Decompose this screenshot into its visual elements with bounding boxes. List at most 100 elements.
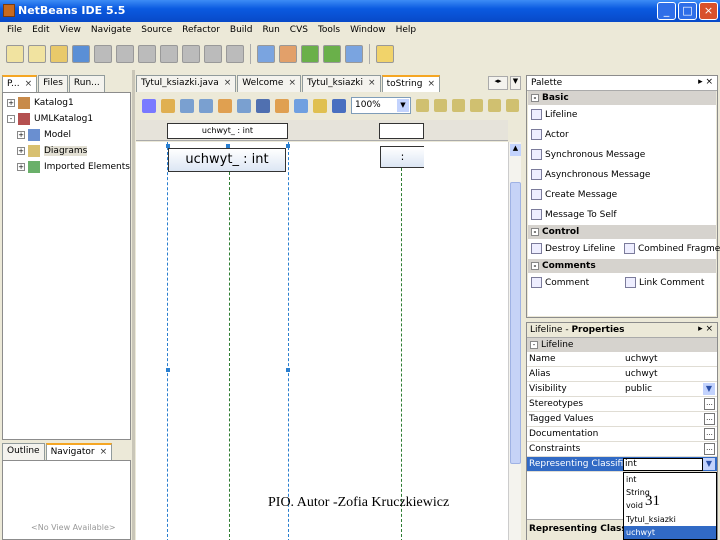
tab-outline[interactable]: Outline xyxy=(2,443,45,460)
tab-files[interactable]: Files xyxy=(38,75,68,92)
close-button[interactable]: × xyxy=(699,2,718,20)
expand-icon[interactable]: + xyxy=(17,130,25,139)
layout-icon[interactable] xyxy=(294,98,308,113)
resize-handle[interactable] xyxy=(166,368,170,372)
debug-icon[interactable] xyxy=(323,45,341,63)
tree-node-diagrams[interactable]: + Diagrams xyxy=(7,143,126,159)
clean-build-icon[interactable] xyxy=(279,45,297,63)
menu-run[interactable]: Run xyxy=(258,25,285,36)
palette-section-control[interactable]: - Control xyxy=(528,225,716,239)
tree-node-umlkatalog1[interactable]: - UMLKatalog1 xyxy=(7,111,126,127)
copy-icon[interactable] xyxy=(138,45,156,63)
tree-node-katalog1[interactable]: + Katalog1 xyxy=(7,95,126,111)
property-group-lifeline[interactable]: - Lifeline xyxy=(527,338,717,352)
align-right-icon[interactable] xyxy=(488,99,501,112)
lifeline-uchwyt[interactable]: uchwyt_ : int xyxy=(168,148,286,172)
zoom-icon[interactable] xyxy=(180,98,194,113)
dropdown-option[interactable]: Tytul_ksiazki xyxy=(624,513,716,526)
collapse-icon[interactable]: - xyxy=(531,227,539,236)
menu-build[interactable]: Build xyxy=(225,25,258,36)
menu-help[interactable]: Help xyxy=(391,25,422,36)
expand-icon[interactable]: + xyxy=(17,162,25,171)
palette-item-synchronous-message[interactable]: Synchronous Message xyxy=(528,145,716,165)
dropdown-option[interactable]: String xyxy=(624,486,716,499)
build-icon[interactable] xyxy=(257,45,275,63)
collapse-icon[interactable]: - xyxy=(531,261,539,270)
zoom-fit-icon[interactable] xyxy=(332,98,346,113)
overview-icon[interactable] xyxy=(237,98,251,113)
zoom-select[interactable]: 100% ▼ xyxy=(351,97,411,114)
menu-source[interactable]: Source xyxy=(136,25,177,36)
tab-close-icon[interactable]: × xyxy=(224,78,232,88)
fit-icon[interactable] xyxy=(256,98,270,113)
ellipsis-button[interactable]: ... xyxy=(704,398,715,410)
new-file-icon[interactable] xyxy=(6,45,24,63)
expand-icon[interactable]: - xyxy=(7,114,15,123)
dropdown-option[interactable]: int xyxy=(624,473,716,486)
properties-close-icon[interactable]: ▸ × xyxy=(698,324,713,334)
select-icon[interactable] xyxy=(142,98,156,113)
diagram-canvas[interactable]: uchwyt_ : int : xyxy=(136,142,508,540)
tab-close-icon[interactable]: × xyxy=(25,79,33,89)
dropdown-option[interactable]: void xyxy=(624,499,716,512)
zoom-interactive-icon[interactable] xyxy=(199,98,213,113)
run-icon[interactable] xyxy=(301,45,319,63)
ellipsis-button[interactable]: ... xyxy=(704,413,715,425)
tab-close-icon[interactable]: × xyxy=(427,79,435,89)
zoom-in-icon[interactable] xyxy=(416,99,429,112)
palette-item-comment[interactable]: Comment xyxy=(528,273,622,293)
resize-handle[interactable] xyxy=(286,144,290,148)
paste-icon[interactable] xyxy=(160,45,178,63)
expand-icon[interactable]: + xyxy=(7,98,15,107)
scrollbar-thumb[interactable] xyxy=(510,182,521,464)
move-icon[interactable] xyxy=(218,98,232,113)
property-alias[interactable]: Alias uchwyt xyxy=(527,367,717,382)
splitter[interactable] xyxy=(132,70,135,540)
chevron-down-icon[interactable]: ▼ xyxy=(703,458,715,470)
redo-icon[interactable] xyxy=(204,45,222,63)
menu-window[interactable]: Window xyxy=(345,25,391,36)
property-value[interactable]: uchwyt xyxy=(625,352,658,367)
ellipsis-button[interactable]: ... xyxy=(704,443,715,455)
chevron-down-icon[interactable]: ▼ xyxy=(397,99,409,112)
resize-handle[interactable] xyxy=(286,368,290,372)
tree-node-model[interactable]: + Model xyxy=(7,127,126,143)
menu-cvs[interactable]: CVS xyxy=(285,25,313,36)
tree-node-imported-elements[interactable]: + Imported Elements xyxy=(7,159,130,175)
property-visibility[interactable]: Visibility public ▼ xyxy=(527,382,717,397)
chevron-down-icon[interactable]: ▼ xyxy=(703,383,715,395)
palette-section-basic[interactable]: - Basic xyxy=(528,91,716,105)
tab-tostring[interactable]: toString × xyxy=(381,75,441,92)
menu-navigate[interactable]: Navigate xyxy=(86,25,136,36)
tab-run-[interactable]: Run... xyxy=(68,75,105,92)
expand-icon[interactable]: + xyxy=(17,146,25,155)
palette-item-lifeline[interactable]: Lifeline xyxy=(528,105,716,125)
tab-p-[interactable]: P... × xyxy=(2,75,38,92)
property-name[interactable]: Name uchwyt xyxy=(527,352,717,367)
palette-item-message-to-self[interactable]: Message To Self xyxy=(528,205,716,225)
tab-scroll-buttons[interactable]: ◂▸ xyxy=(488,76,508,90)
align-center-icon[interactable] xyxy=(470,99,483,112)
undo-icon[interactable] xyxy=(182,45,200,63)
palette-section-comments[interactable]: - Comments xyxy=(528,259,716,273)
profile-icon[interactable] xyxy=(345,45,363,63)
relayout-icon[interactable] xyxy=(275,98,289,113)
palette-item-actor[interactable]: Actor xyxy=(528,125,716,145)
property-tagged-values[interactable]: Tagged Values... xyxy=(527,412,717,427)
palette-item-asynchronous-message[interactable]: Asynchronous Message xyxy=(528,165,716,185)
property-stereotypes[interactable]: Stereotypes... xyxy=(527,397,717,412)
help-icon[interactable] xyxy=(376,45,394,63)
menu-view[interactable]: View xyxy=(55,25,86,36)
tab-list-dropdown-icon[interactable]: ▼ xyxy=(510,76,521,90)
tab-tytul-ksiazki[interactable]: Tytul_ksiazki × xyxy=(302,75,381,92)
collapse-icon[interactable]: - xyxy=(531,93,539,102)
property-value[interactable]: public xyxy=(625,382,652,397)
palette-item-create-message[interactable]: Create Message xyxy=(528,185,716,205)
menu-file[interactable]: File xyxy=(2,25,27,36)
cut-icon[interactable] xyxy=(116,45,134,63)
export-icon[interactable] xyxy=(313,98,327,113)
lifeline-anonymous[interactable]: : xyxy=(380,146,424,168)
search-icon[interactable] xyxy=(226,45,244,63)
menu-edit[interactable]: Edit xyxy=(27,25,54,36)
palette-item-combined-fragment[interactable]: Combined Fragment xyxy=(621,239,720,259)
